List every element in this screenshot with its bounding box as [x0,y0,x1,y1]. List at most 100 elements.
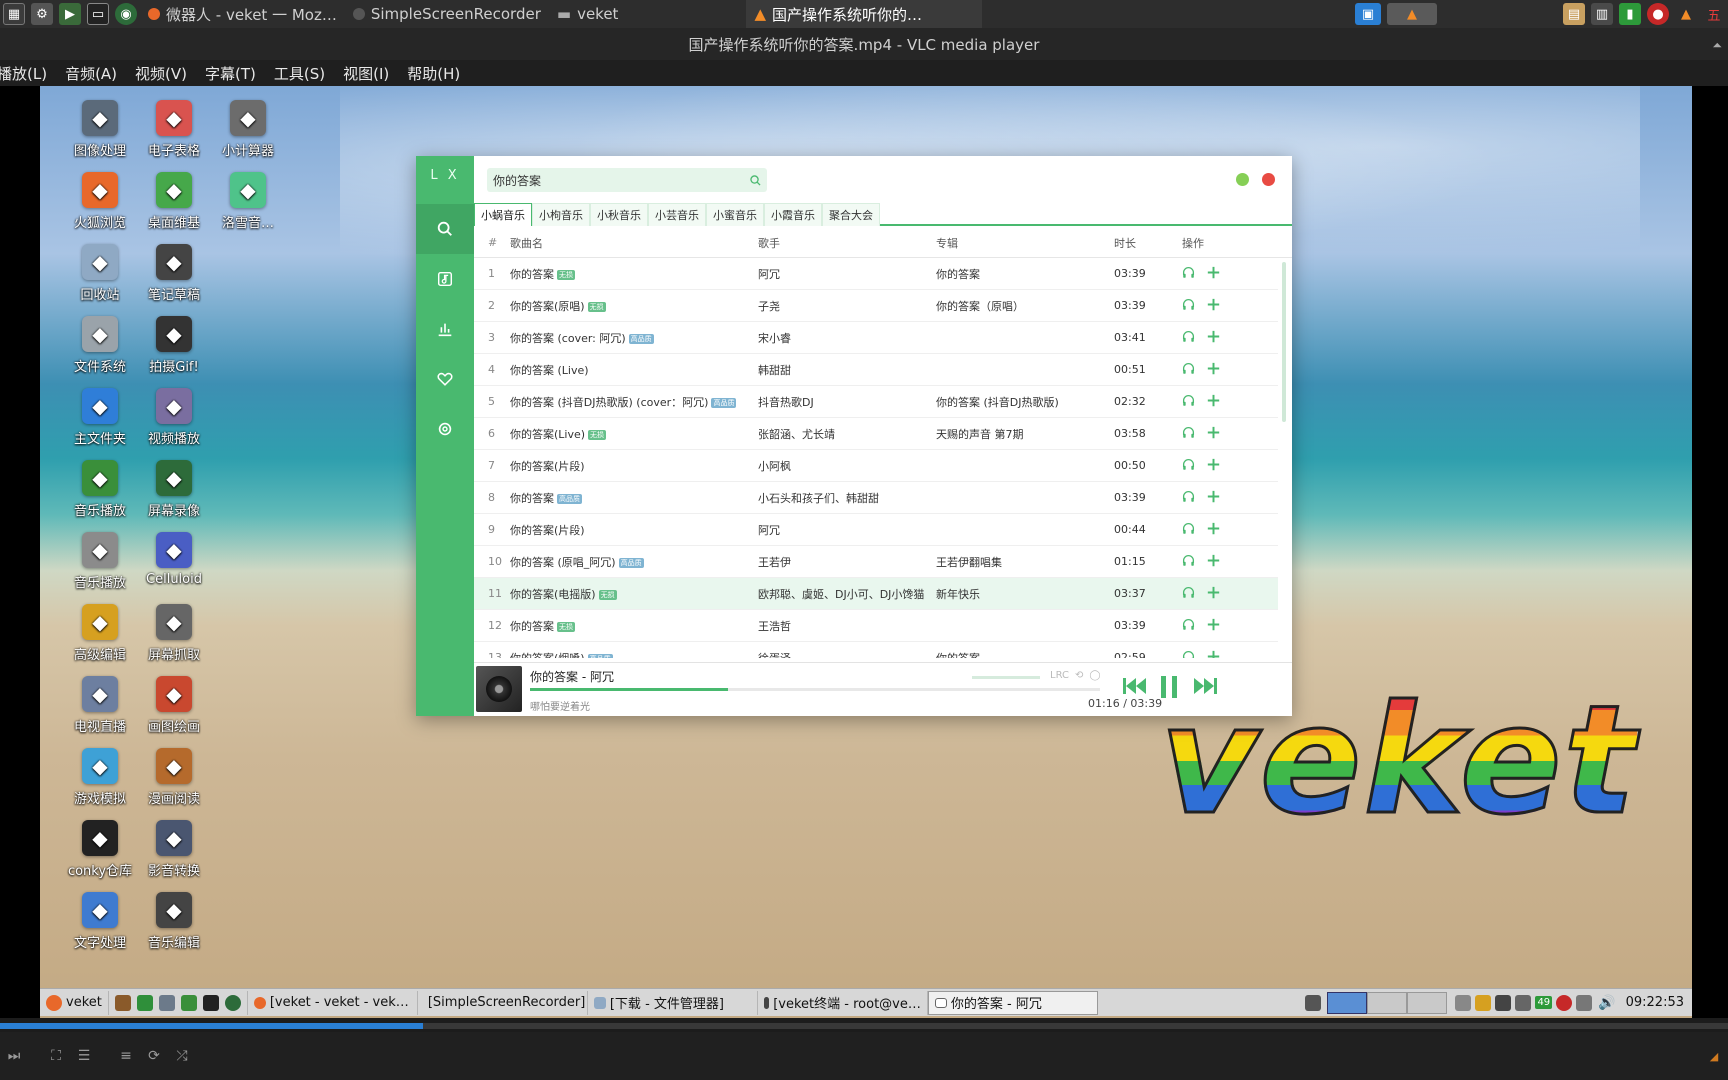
inner-start-button[interactable]: veket [40,990,109,1015]
search-input[interactable] [487,168,743,192]
headphones-icon[interactable] [1182,554,1195,570]
desktop-icon[interactable]: ◆ 漫画阅读 [134,748,214,818]
clipboard-icon[interactable]: ▤ [1563,3,1585,25]
desktop-icon[interactable]: ◆ 电视直播 [60,676,140,746]
add-icon[interactable] [1207,394,1220,410]
menu-video[interactable]: 视频(V) [126,63,196,84]
tools-icon[interactable] [114,994,131,1011]
gear-icon[interactable] [158,994,175,1011]
nav-search[interactable] [416,204,474,254]
tab-source-1[interactable]: 小枸音乐 [532,203,590,226]
globe-icon[interactable] [224,994,241,1011]
add-icon[interactable] [1207,490,1220,506]
desktop-icon[interactable]: ◆ 游戏模拟 [60,748,140,818]
nav-songlist[interactable] [416,254,474,304]
volume-icon[interactable]: 🔊 [1598,995,1615,1011]
desktop-icon[interactable]: ◆ 火狐浏览 [60,172,140,242]
play-progress[interactable] [530,688,1100,691]
desktop-icon[interactable]: ◆ 音乐播放 [60,460,140,530]
album-cover[interactable] [476,666,522,712]
menu-tools[interactable]: 工具(S) [265,63,334,84]
signal-icon[interactable] [1495,994,1512,1011]
add-icon[interactable] [1207,586,1220,602]
add-icon[interactable] [1207,458,1220,474]
desktop-icon[interactable]: ◆ 视频播放 [134,388,214,458]
inner-task-terminal[interactable]: [veket终端 - root@ve… [758,990,928,1015]
next-button[interactable] [1192,676,1218,700]
record-icon[interactable]: ● [1647,3,1669,25]
headphones-icon[interactable] [1182,394,1195,410]
network-icon[interactable]: ▥ [1591,3,1613,25]
host-task-folder[interactable]: ▬ veket [549,0,627,28]
add-icon[interactable] [1207,362,1220,378]
nav-favorites[interactable] [416,354,474,404]
play-icon[interactable] [180,994,197,1011]
tab-source-5[interactable]: 小霞音乐 [764,203,822,226]
add-icon[interactable] [1207,330,1220,346]
song-row[interactable]: 8 你的答案 高品质 小石头和孩子们、韩甜甜 03:39 [474,482,1278,514]
desktop-icon[interactable]: ◆ 影音转换 [134,820,214,890]
host-task-vlc[interactable]: ▲ 国产操作系统听你的… [746,0,982,28]
vlc-tray-icon[interactable]: ▲ [1675,3,1697,25]
clipboard-icon[interactable] [1576,994,1593,1011]
song-row[interactable]: 5 你的答案 (抖音DJ热歌版) (cover：阿冗) 高品质 抖音热歌DJ 你的答案 … [474,386,1278,418]
desktop-icon[interactable]: ◆ 图像处理 [60,100,140,170]
add-icon[interactable] [1207,522,1220,538]
desktop-icon[interactable]: ◆ 音乐编辑 [134,892,214,962]
add-icon[interactable] [1207,618,1220,634]
minimize-button[interactable] [1236,173,1249,186]
recorder-tray-icon[interactable] [1305,994,1322,1011]
lyric-toggle[interactable]: LRC [1050,670,1069,681]
headphones-icon[interactable] [1182,298,1195,314]
inner-task-filemanager[interactable]: [下载 - 文件管理器] [588,990,758,1015]
headphones-icon[interactable] [1182,426,1195,442]
input-method-icon[interactable]: 五 [1703,3,1725,25]
battery-icon[interactable]: ▮ [1619,3,1641,25]
add-icon[interactable] [1207,650,1220,658]
tab-source-6[interactable]: 聚合大会 [822,203,880,226]
headphones-icon[interactable] [1182,458,1195,474]
nav-charts[interactable] [416,304,474,354]
headphones-icon[interactable] [1182,362,1195,378]
record-icon[interactable] [1556,994,1573,1011]
desktop-icon[interactable]: ◆ 音乐播放 [60,532,140,602]
song-row[interactable]: 6 你的答案(Live) 无损 张韶涵、尤长靖 天赐的声音 第7期 03:58 [474,418,1278,450]
add-icon[interactable] [1207,266,1220,282]
play-icon[interactable]: ▶ [59,3,81,25]
next-media-icon[interactable]: ⏭ [1,1043,27,1069]
database-icon[interactable] [1475,994,1492,1011]
network-icon[interactable] [1515,994,1532,1011]
volume-slider[interactable] [972,676,1040,679]
headphones-icon[interactable] [1182,618,1195,634]
song-row[interactable]: 1 你的答案 无损 阿冗 你的答案 03:39 [474,258,1278,290]
terminal-icon[interactable]: ▭ [87,3,109,25]
workspace-1[interactable] [1327,991,1368,1014]
inner-task-firefox[interactable]: [veket - veket - vek… [248,990,418,1015]
tab-source-2[interactable]: 小秋音乐 [590,203,648,226]
menu-view[interactable]: 视图(I) [334,63,398,84]
monitor-icon[interactable] [136,994,153,1011]
headphones-icon[interactable] [1182,586,1195,602]
inner-task-music[interactable]: 你的答案 - 阿冗 [927,990,1098,1015]
desktop-icon[interactable]: ◆ 文件系统 [60,316,140,386]
song-row[interactable]: 11 你的答案(电摇版) 无损 欧邦聪、虞姬、DJ小可、DJ小馋猫 新年快乐 03:37 [474,578,1278,610]
menu-help[interactable]: 帮助(H) [398,63,469,84]
maximize-icon[interactable]: ⏶ [1712,38,1722,53]
close-button[interactable] [1262,173,1275,186]
desktop-icon[interactable]: ◆ 回收站 [60,244,140,314]
terminal-icon[interactable] [202,994,219,1011]
tab-source-0[interactable]: 小蜗音乐 [474,203,532,226]
desktop-icon[interactable]: ◆ 笔记草稿 [134,244,214,314]
song-row[interactable]: 10 你的答案 (原唱_阿冗) 高品质 王若伊 王若伊翻唱集 01:15 [474,546,1278,578]
host-task-firefox[interactable]: 微器人 - veket 一 Moz… [140,0,345,28]
song-row[interactable]: 4 你的答案 (Live) 韩甜甜 00:51 [474,354,1278,386]
desktop-icon[interactable]: ◆ 桌面维基 [134,172,214,242]
headphones-icon[interactable] [1182,490,1195,506]
desktop-icon[interactable]: ◆ 洛雪音… [208,172,288,242]
song-row[interactable]: 2 你的答案(原唱) 无损 子尧 你的答案（原唱） 03:39 [474,290,1278,322]
desktop-icon[interactable]: ◆ 文字处理 [60,892,140,962]
add-icon[interactable] [1207,554,1220,570]
repeat-icon[interactable]: ⟲ [1075,670,1083,681]
search-icon[interactable] [743,174,767,187]
headphones-icon[interactable] [1182,650,1195,658]
